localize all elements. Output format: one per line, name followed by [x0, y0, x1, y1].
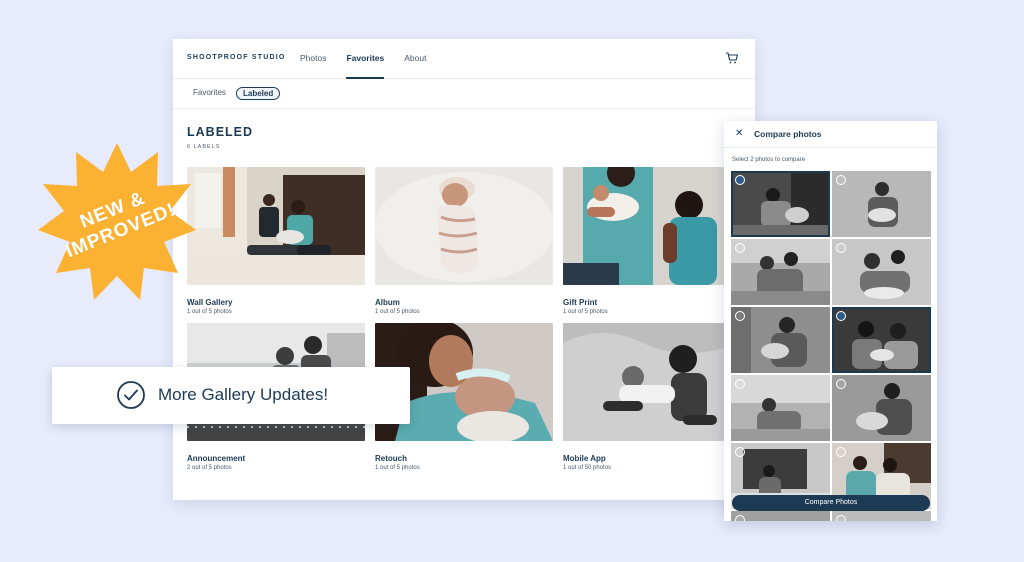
divider — [724, 147, 937, 148]
card-title: Retouch — [375, 454, 407, 463]
card-title: Mobile App — [563, 454, 606, 463]
card-title: Gift Print — [563, 298, 598, 307]
compare-photo[interactable] — [832, 375, 931, 441]
compare-photo[interactable] — [832, 307, 931, 373]
select-circle-icon[interactable] — [836, 379, 846, 389]
cart-icon[interactable] — [725, 51, 739, 65]
panel-title: Compare photos — [754, 129, 822, 139]
compare-photo[interactable] — [731, 307, 830, 373]
select-circle-icon[interactable] — [735, 379, 745, 389]
photo-thumbnail[interactable] — [563, 323, 741, 441]
select-circle-icon[interactable] — [735, 243, 745, 253]
banner-text: More Gallery Updates! — [158, 385, 329, 404]
nav-about[interactable]: About — [404, 39, 426, 79]
photo-thumbnail[interactable] — [563, 159, 741, 285]
selected-check-icon[interactable] — [735, 175, 745, 185]
top-nav-bar: SHOOTPROOF STUDIO Photos Favorites About — [173, 39, 755, 79]
nav-favorites[interactable]: Favorites — [346, 39, 385, 79]
sub-nav-bar: Favorites Labeled — [173, 79, 755, 109]
compare-photo[interactable] — [832, 511, 931, 521]
card-count: 1 out of 5 photos — [187, 309, 232, 315]
select-circle-icon[interactable] — [836, 447, 846, 457]
compare-photo[interactable] — [731, 171, 830, 237]
card-count: 1 out of 5 photos — [563, 309, 608, 315]
gallery-updates-banner[interactable]: More Gallery Updates! — [52, 367, 410, 424]
label-card-mobile-app[interactable]: Mobile App 1 out of 50 photos — [563, 323, 741, 471]
select-circle-icon[interactable] — [836, 175, 846, 185]
compare-photo[interactable] — [832, 239, 931, 305]
brand-logo[interactable]: SHOOTPROOF STUDIO — [187, 54, 286, 61]
select-circle-icon[interactable] — [735, 447, 745, 457]
card-count: 1 out of 50 photos — [563, 465, 612, 471]
card-count: 1 out of 5 photos — [375, 309, 420, 315]
select-circle-icon[interactable] — [735, 515, 745, 521]
subtab-labeled[interactable]: Labeled — [236, 87, 281, 100]
card-count: 2 out of 5 photos — [187, 465, 232, 471]
select-circle-icon[interactable] — [836, 515, 846, 521]
compare-photos-button[interactable]: Compare Photos — [732, 495, 930, 511]
subtab-favorites[interactable]: Favorites — [193, 88, 226, 97]
label-card-wall-gallery[interactable]: Wall Gallery 1 out of 5 photos — [187, 167, 365, 315]
compare-photo[interactable] — [731, 239, 830, 305]
compare-photo[interactable] — [731, 511, 830, 521]
nav-photos[interactable]: Photos — [300, 39, 326, 79]
selected-check-icon[interactable] — [836, 311, 846, 321]
card-title: Wall Gallery — [187, 298, 233, 307]
close-icon[interactable]: ✕ — [735, 128, 743, 139]
label-card-album[interactable]: Album 1 out of 5 photos — [375, 167, 555, 315]
select-circle-icon[interactable] — [836, 243, 846, 253]
photo-thumbnail[interactable] — [375, 167, 555, 285]
main-nav: Photos Favorites About — [300, 39, 446, 79]
select-circle-icon[interactable] — [735, 311, 745, 321]
card-count: 1 out of 5 photos — [375, 465, 420, 471]
page-title: LABELED — [187, 125, 254, 139]
compare-photos-panel: ✕ Compare photos Select 2 photos to comp… — [724, 121, 937, 521]
check-circle-icon — [117, 381, 145, 409]
card-title: Announcement — [187, 454, 246, 463]
compare-photo[interactable] — [832, 171, 931, 237]
label-card-gift-print[interactable]: Gift Print 1 out of 5 photos — [563, 159, 741, 315]
panel-hint: Select 2 photos to compare — [732, 157, 806, 163]
gallery-window: SHOOTPROOF STUDIO Photos Favorites About… — [173, 39, 755, 500]
compare-photo[interactable] — [731, 375, 830, 441]
card-title: Album — [375, 298, 400, 307]
